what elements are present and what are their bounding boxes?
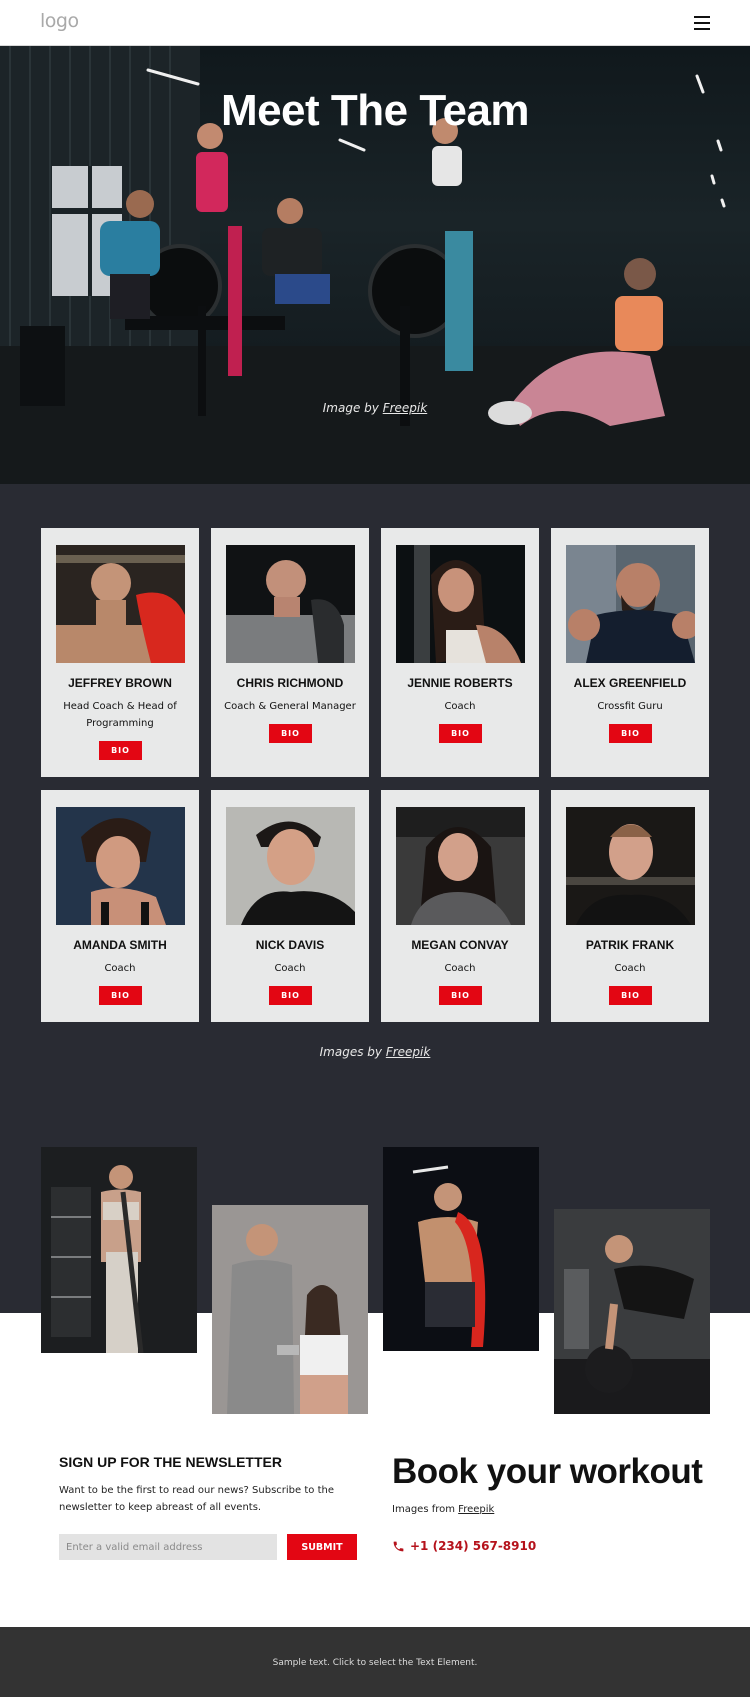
freepik-link[interactable]: Freepik xyxy=(386,1045,431,1059)
bio-button[interactable]: BIO xyxy=(269,986,312,1005)
freepik-link[interactable]: Freepik xyxy=(458,1504,494,1515)
page-title: Meet The Team xyxy=(220,86,530,135)
site-footer: Sample text. Click to select the Text El… xyxy=(0,1627,750,1697)
team-member-role: Coach xyxy=(614,963,646,974)
footer-text: Sample text. Click to select the Text El… xyxy=(272,1658,478,1668)
team-member-name: JENNIE ROBERTS xyxy=(407,676,513,690)
hero-section: Meet The Team Image by Freepik xyxy=(0,46,750,484)
team-member-role: Head Coach & Head of Programming xyxy=(63,701,177,729)
logo[interactable]: logo xyxy=(40,10,79,32)
team-member-name: NICK DAVIS xyxy=(255,938,325,952)
credit-prefix: Images by xyxy=(319,1045,386,1059)
hero-image-credit: Image by Freepik xyxy=(0,401,750,415)
bio-button[interactable]: BIO xyxy=(99,986,142,1005)
team-member-role: Coach xyxy=(444,963,476,974)
team-member-name: ALEX GREENFIELD xyxy=(573,676,687,690)
team-member-photo xyxy=(566,545,695,663)
team-member-name: AMANDA SMITH xyxy=(73,938,167,952)
team-member-name: MEGAN CONVAY xyxy=(411,938,509,952)
team-card: MEGAN CONVAY Coach BIO xyxy=(381,790,539,1022)
team-card: AMANDA SMITH Coach BIO xyxy=(41,790,199,1022)
team-card: CHRIS RICHMOND Coach & General Manager B… xyxy=(211,528,369,777)
email-input[interactable] xyxy=(59,1534,277,1560)
hamburger-menu-icon[interactable] xyxy=(694,16,710,30)
team-member-photo xyxy=(226,545,355,663)
team-member-name: PATRIK FRANK xyxy=(585,938,675,952)
phone-number: +1 (234) 567-8910 xyxy=(410,1539,537,1553)
phone-link[interactable]: +1 (234) 567-8910 xyxy=(392,1539,536,1553)
bio-button[interactable]: BIO xyxy=(439,986,482,1005)
credit-prefix: Images from xyxy=(392,1504,459,1515)
booking-title: Book your workout xyxy=(392,1452,703,1491)
team-member-photo xyxy=(56,545,185,663)
gallery-image xyxy=(41,1147,197,1353)
team-member-photo xyxy=(226,807,355,925)
team-card: JEFFREY BROWN Head Coach & Head of Progr… xyxy=(41,528,199,777)
team-member-role: Coach xyxy=(274,963,306,974)
bio-button[interactable]: BIO xyxy=(439,724,482,743)
credit-prefix: Image by xyxy=(322,401,383,415)
gallery-image xyxy=(554,1209,710,1414)
submit-button[interactable]: SUBMIT xyxy=(287,1534,357,1560)
team-member-photo xyxy=(396,807,525,925)
team-member-role: Crossfit Guru xyxy=(597,701,663,712)
team-member-role: Coach xyxy=(444,701,476,712)
newsletter-title: SIGN UP FOR THE NEWSLETTER xyxy=(59,1454,282,1470)
bio-button[interactable]: BIO xyxy=(269,724,312,743)
team-card: ALEX GREENFIELD Crossfit Guru BIO xyxy=(551,528,709,777)
team-member-photo xyxy=(396,545,525,663)
freepik-link[interactable]: Freepik xyxy=(383,401,428,415)
bio-button[interactable]: BIO xyxy=(609,986,652,1005)
team-member-photo xyxy=(56,807,185,925)
team-card: PATRIK FRANK Coach BIO xyxy=(551,790,709,1022)
team-member-role: Coach xyxy=(104,963,136,974)
team-card: NICK DAVIS Coach BIO xyxy=(211,790,369,1022)
team-member-photo xyxy=(566,807,695,925)
bio-button[interactable]: BIO xyxy=(609,724,652,743)
bio-button[interactable]: BIO xyxy=(99,741,142,760)
team-card: JENNIE ROBERTS Coach BIO xyxy=(381,528,539,777)
booking-images-credit: Images from Freepik xyxy=(392,1504,494,1515)
site-header: logo xyxy=(0,0,750,46)
gallery-image xyxy=(212,1205,368,1414)
team-member-role: Coach & General Manager xyxy=(224,701,356,712)
team-member-name: CHRIS RICHMOND xyxy=(236,676,344,690)
team-member-name: JEFFREY BROWN xyxy=(68,676,172,690)
phone-icon xyxy=(393,1541,404,1551)
gallery-image xyxy=(383,1147,539,1351)
team-images-credit: Images by Freepik xyxy=(0,1045,750,1059)
newsletter-description: Want to be the first to read our news? S… xyxy=(59,1485,334,1513)
